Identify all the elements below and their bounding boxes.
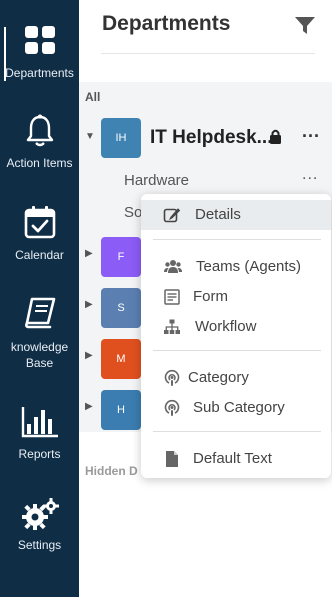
filter-icon[interactable] [294,16,316,36]
caret-right-icon[interactable]: ▶ [85,248,93,259]
nav-label-line2: Base [25,356,54,370]
menu-item-sub-category[interactable]: Sub Category [141,393,331,423]
book-icon [24,297,55,329]
menu-item-workflow[interactable]: Workflow [141,312,331,342]
nav-item-calendar[interactable]: Calendar [0,205,79,263]
nav-label: Action Items [6,156,73,170]
file-icon [166,451,178,467]
caret-right-icon[interactable]: ▶ [85,401,93,412]
menu-label: Workflow [195,318,257,335]
nav-item-knowledge-base[interactable]: knowledge Base [0,297,79,371]
bell-icon [26,114,53,147]
more-options-button[interactable]: ... [302,121,320,142]
divider [101,53,315,54]
menu-label: Details [195,206,241,223]
sitemap-icon [164,319,180,334]
caret-down-icon[interactable]: ▼ [85,131,95,142]
department-name: IT Helpdesk... [150,127,273,148]
sub-department-item[interactable]: So [124,204,142,221]
lock-icon [270,129,281,144]
nav-label-line1: knowledge [10,340,69,354]
menu-item-teams[interactable]: Teams (Agents) [141,252,331,282]
menu-label: Form [193,288,228,305]
nav-item-departments[interactable]: Departments [0,25,79,81]
menu-divider [153,239,321,240]
avatar: M [101,339,141,379]
avatar: IH [101,118,141,158]
bar-chart-icon [21,407,58,438]
context-menu: Details Teams (Agents) Form Workflow Cat… [141,194,331,478]
calendar-check-icon [24,206,55,239]
caret-right-icon[interactable]: ▶ [85,299,93,310]
menu-label: Teams (Agents) [196,258,302,275]
panel-header: Departments [79,0,332,80]
department-row[interactable]: ▼ IH IT Helpdesk... ... [79,117,332,161]
sub-department-item[interactable]: Hardware [124,172,189,189]
avatar: F [101,237,141,277]
podcast-icon [164,400,180,416]
grid-icon [24,26,55,54]
caret-right-icon[interactable]: ▶ [85,350,93,361]
podcast-icon [164,370,180,386]
nav-label: Calendar [15,248,64,262]
menu-item-default-text[interactable]: Default Text [141,444,331,474]
menu-label: Category [188,369,249,386]
menu-label: Default Text [193,450,272,467]
avatar: H [101,390,141,430]
menu-item-category[interactable]: Category [141,363,331,393]
nav-item-reports[interactable]: Reports [0,406,79,462]
avatar: S [101,288,141,328]
nav-label: Settings [17,538,62,552]
all-section-label: All [85,90,101,104]
gears-icon [21,498,59,530]
menu-divider [153,350,321,351]
menu-item-form[interactable]: Form [141,282,331,312]
page-title: Departments [102,12,231,35]
users-icon [164,260,182,273]
sub-more-options-button[interactable]: ... [302,166,318,184]
left-nav: Departments Action Items Calendar knowle… [0,0,79,597]
menu-divider [153,431,321,432]
hidden-section-label: Hidden D [85,464,138,478]
nav-label: Reports [18,447,61,461]
menu-label: Sub Category [193,399,285,416]
nav-item-settings[interactable]: Settings [0,497,79,553]
menu-item-details[interactable]: Details [141,200,331,230]
nav-item-action-items[interactable]: Action Items [0,114,79,171]
form-icon [164,289,180,305]
nav-label: Departments [5,66,74,80]
edit-icon [163,208,181,223]
